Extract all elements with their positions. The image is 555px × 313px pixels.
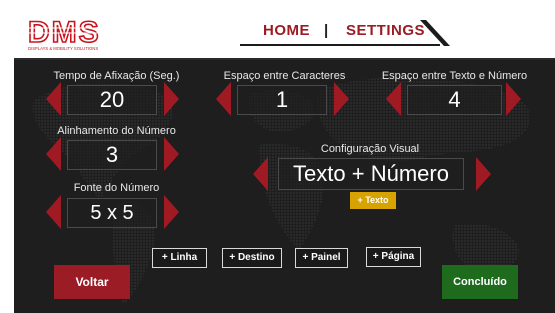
- nav-tab-indicator: [240, 44, 440, 46]
- espaco-texto-numero-value: 4: [407, 85, 502, 115]
- alinhamento-increase-button[interactable]: [164, 137, 179, 171]
- nav-tab-corner: [420, 20, 450, 46]
- espaco-caracteres-decrease-button[interactable]: [216, 82, 231, 116]
- nav-home-link[interactable]: HOME: [263, 22, 310, 39]
- espaco-texto-numero-label: Espaço entre Texto e Número: [381, 70, 528, 82]
- fonte-value: 5 x 5: [67, 198, 157, 228]
- alinhamento-decrease-button[interactable]: [46, 137, 61, 171]
- voltar-button[interactable]: Voltar: [54, 265, 130, 299]
- add-painel-button[interactable]: + Painel: [295, 248, 348, 268]
- add-texto-button[interactable]: + Texto: [350, 192, 396, 209]
- fonte-decrease-button[interactable]: [46, 195, 61, 229]
- espaco-caracteres-value: 1: [237, 85, 327, 115]
- fonte-label: Fonte do Número: [73, 182, 160, 194]
- tempo-value: 20: [67, 85, 157, 115]
- nav-separator: |: [324, 22, 329, 39]
- espaco-caracteres-increase-button[interactable]: [334, 82, 349, 116]
- fonte-increase-button[interactable]: [164, 195, 179, 229]
- config-visual-increase-button[interactable]: [476, 157, 491, 191]
- concluido-button[interactable]: Concluído: [442, 265, 518, 299]
- espaco-texto-numero-increase-button[interactable]: [506, 82, 521, 116]
- add-destino-button[interactable]: + Destino: [222, 248, 282, 268]
- alinhamento-label: Alinhamento do Número: [57, 125, 176, 137]
- espaco-caracteres-label: Espaço entre Caracteres: [223, 70, 346, 82]
- espaco-texto-numero-decrease-button[interactable]: [386, 82, 401, 116]
- tempo-label: Tempo de Afixação (Seg.): [53, 70, 180, 82]
- add-linha-button[interactable]: + Linha: [152, 248, 207, 268]
- dms-logo: DMS DISPLAYS & MOBILITY SOLUTIONS: [28, 18, 118, 51]
- add-pagina-button[interactable]: + Página: [366, 247, 421, 267]
- alinhamento-value: 3: [67, 140, 157, 170]
- tempo-decrease-button[interactable]: [46, 82, 61, 116]
- config-visual-label: Configuração Visual: [320, 143, 420, 155]
- tempo-increase-button[interactable]: [164, 82, 179, 116]
- nav-settings-link[interactable]: SETTINGS: [346, 22, 425, 39]
- config-visual-value: Texto + Número: [278, 158, 464, 190]
- config-visual-decrease-button[interactable]: [253, 157, 268, 191]
- logo-tagline: DISPLAYS & MOBILITY SOLUTIONS: [28, 46, 98, 51]
